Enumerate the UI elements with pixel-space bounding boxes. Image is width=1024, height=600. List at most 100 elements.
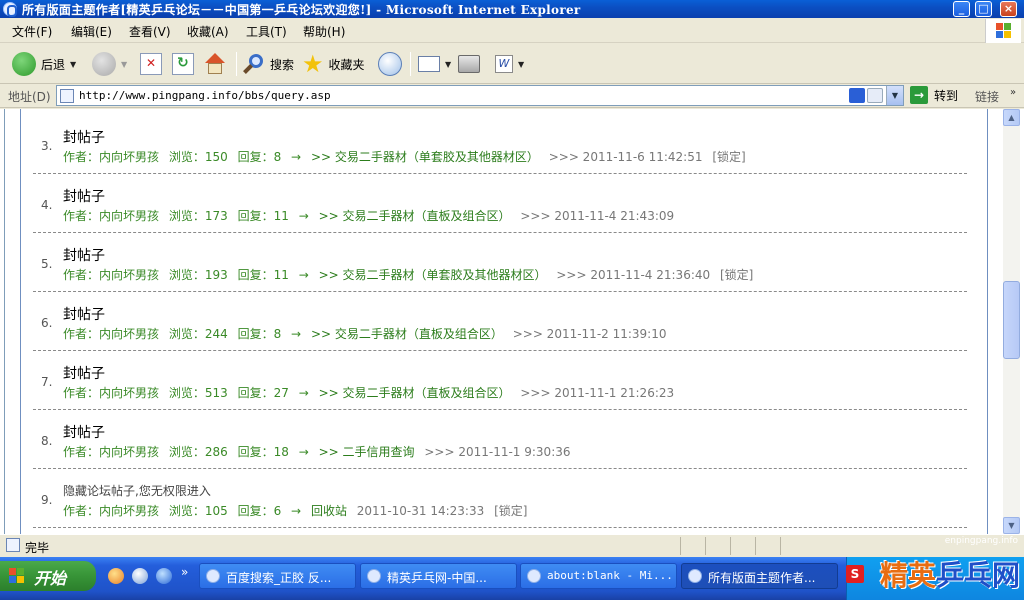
mail-button[interactable]: ▼ bbox=[418, 50, 451, 78]
favorites-button[interactable]: ★ 收藏夹 bbox=[302, 50, 365, 78]
post-author-link[interactable]: 作者：内向坏男孩 bbox=[63, 504, 159, 518]
taskbar-item-jingying[interactable]: 精英乒乓网-中国... bbox=[360, 563, 517, 589]
post-time: >>> 2011-11-1 9:30:36 bbox=[424, 445, 571, 459]
post-board-link[interactable]: 回收站 bbox=[311, 504, 347, 518]
post-title-link[interactable]: 封帖子 bbox=[63, 245, 105, 265]
edit-button[interactable]: W ▼ bbox=[495, 50, 524, 78]
post-views: 浏览：513 bbox=[168, 386, 228, 400]
vertical-scrollbar[interactable]: ▲ ▼ bbox=[1003, 109, 1020, 534]
print-button[interactable] bbox=[458, 50, 480, 78]
address-url[interactable]: http://www.pingpang.info/bbs/query.asp bbox=[79, 89, 331, 102]
post-time: 2011-10-31 14:23:33 bbox=[356, 504, 485, 518]
post-meta: 作者：内向坏男孩 浏览：286 回复：18 → >> 二手信用查询 >>> 20… bbox=[63, 443, 583, 460]
address-input[interactable]: http://www.pingpang.info/bbs/query.asp ▼ bbox=[56, 85, 904, 106]
post-author-link[interactable]: 作者：内向坏男孩 bbox=[63, 268, 159, 282]
links-button[interactable]: 链接 bbox=[975, 88, 999, 105]
post-title-link[interactable]: 封帖子 bbox=[63, 363, 105, 383]
mail-dropdown-icon[interactable]: ▼ bbox=[445, 60, 451, 69]
forward-button[interactable]: ▼ bbox=[92, 50, 127, 78]
post-replies: 回复：27 bbox=[237, 386, 289, 400]
taskbar-item-current[interactable]: 所有版面主题作者... bbox=[681, 563, 838, 589]
go-button[interactable]: → 转到 bbox=[910, 86, 958, 104]
history-button[interactable] bbox=[378, 50, 402, 78]
ie-page-icon bbox=[367, 569, 381, 583]
close-button[interactable]: × bbox=[1000, 1, 1017, 17]
minimize-button[interactable]: _ bbox=[953, 1, 970, 17]
watermark-logo: 精英乒乓网 bbox=[880, 559, 1021, 592]
ie-page-icon bbox=[688, 569, 702, 583]
menu-bar: 文件(F) 编辑(E) 查看(V) 收藏(A) 工具(T) 帮助(H) bbox=[0, 18, 1024, 43]
address-label: 地址(D) bbox=[8, 90, 51, 104]
chevron-right-icon[interactable]: » bbox=[1010, 87, 1016, 98]
stop-button[interactable]: ✕ bbox=[140, 50, 162, 78]
forward-dropdown-icon[interactable]: ▼ bbox=[121, 60, 127, 69]
quicklaunch-app-icon[interactable] bbox=[108, 568, 124, 584]
windows-logo-icon bbox=[985, 19, 1021, 43]
printer-icon bbox=[458, 55, 480, 73]
title-bar: 所有版面主题作者[精英乒乓论坛－－中国第一乒乓论坛欢迎您!] - Microso… bbox=[0, 0, 1024, 18]
post-board-link[interactable]: >> 交易二手器材（单套胶及其他器材区） bbox=[319, 268, 547, 282]
address-dropdown-icon[interactable]: ▼ bbox=[886, 86, 903, 105]
post-lock-status: [锁定] bbox=[712, 150, 746, 164]
ie-toolbar-icon[interactable] bbox=[849, 88, 865, 103]
post-board-link[interactable]: >> 二手信用查询 bbox=[319, 445, 415, 459]
taskbar-item-blank[interactable]: about:blank - Mi... bbox=[520, 563, 677, 589]
edit-dropdown-icon[interactable]: ▼ bbox=[518, 60, 524, 69]
window-title: 所有版面主题作者[精英乒乓论坛－－中国第一乒乓论坛欢迎您!] - Microso… bbox=[22, 3, 581, 17]
task-label: 百度搜索_正胶 反... bbox=[226, 571, 332, 585]
post-author-link[interactable]: 作者：内向坏男孩 bbox=[63, 386, 159, 400]
post-time: >>> 2011-11-4 21:36:40 bbox=[556, 268, 711, 282]
scroll-up-button[interactable]: ▲ bbox=[1003, 109, 1020, 126]
post-board-link[interactable]: >> 交易二手器材（直板及组合区） bbox=[311, 327, 503, 341]
menu-edit[interactable]: 编辑(E) bbox=[71, 23, 112, 40]
home-button[interactable] bbox=[203, 50, 227, 78]
scrollbar-thumb[interactable] bbox=[1003, 281, 1020, 359]
post-author-link[interactable]: 作者：内向坏男孩 bbox=[63, 209, 159, 223]
task-label: 所有版面主题作者... bbox=[708, 571, 816, 585]
arrow-icon: → bbox=[298, 445, 309, 459]
maximize-button[interactable]: □ bbox=[975, 1, 992, 17]
taskbar-item-baidu[interactable]: 百度搜索_正胶 反... bbox=[199, 563, 356, 589]
post-author-link[interactable]: 作者：内向坏男孩 bbox=[63, 327, 159, 341]
refresh-button[interactable]: ↻ bbox=[172, 50, 194, 78]
post-meta: 作者：内向坏男孩 浏览：105 回复：6 → 回收站 2011-10-31 14… bbox=[63, 502, 533, 519]
post-replies: 回复：11 bbox=[237, 268, 289, 282]
post-list: 3. 封帖子 作者：内向坏男孩 浏览：150 回复：8 → >> 交易二手器材（… bbox=[20, 109, 988, 534]
menu-help[interactable]: 帮助(H) bbox=[303, 23, 345, 40]
back-label: 后退 bbox=[41, 57, 66, 72]
post-time: >>> 2011-11-4 21:43:09 bbox=[520, 209, 675, 223]
search-button[interactable]: 搜索 bbox=[243, 50, 294, 78]
post-board-link[interactable]: >> 交易二手器材（单套胶及其他器材区） bbox=[311, 150, 539, 164]
menu-view[interactable]: 查看(V) bbox=[129, 23, 171, 40]
back-button[interactable]: 后退 ▼ bbox=[12, 50, 76, 78]
post-board-link[interactable]: >> 交易二手器材（直板及组合区） bbox=[319, 209, 511, 223]
page-done-icon bbox=[6, 538, 20, 552]
post-replies: 回复：6 bbox=[237, 504, 282, 518]
post-author-link[interactable]: 作者：内向坏男孩 bbox=[63, 445, 159, 459]
start-button[interactable]: 开始 bbox=[0, 561, 96, 591]
quicklaunch-more-icon[interactable]: » bbox=[181, 565, 188, 579]
arrow-icon: → bbox=[291, 150, 302, 164]
post-views: 浏览：193 bbox=[168, 268, 228, 282]
word-icon: W bbox=[495, 55, 513, 73]
help-icon[interactable] bbox=[867, 88, 883, 103]
post-replies: 回复：8 bbox=[237, 327, 282, 341]
post-title-link[interactable]: 隐藏论坛帖子,您无权限进入 bbox=[63, 482, 211, 499]
back-dropdown-icon[interactable]: ▼ bbox=[70, 60, 76, 69]
post-meta: 作者：内向坏男孩 浏览：150 回复：8 → >> 交易二手器材（单套胶及其他器… bbox=[63, 148, 752, 165]
post-title-link[interactable]: 封帖子 bbox=[63, 304, 105, 324]
menu-favorites[interactable]: 收藏(A) bbox=[187, 23, 229, 40]
post-title-link[interactable]: 封帖子 bbox=[63, 186, 105, 206]
post-title-link[interactable]: 封帖子 bbox=[63, 422, 105, 442]
forward-arrow-icon bbox=[92, 52, 116, 76]
post-author-link[interactable]: 作者：内向坏男孩 bbox=[63, 150, 159, 164]
post-board-link[interactable]: >> 交易二手器材（直板及组合区） bbox=[319, 386, 511, 400]
menu-tools[interactable]: 工具(T) bbox=[246, 23, 287, 40]
back-arrow-icon bbox=[12, 52, 36, 76]
quicklaunch-desktop-icon[interactable] bbox=[132, 568, 148, 584]
post-meta: 作者：内向坏男孩 浏览：244 回复：8 → >> 交易二手器材（直板及组合区）… bbox=[63, 325, 679, 342]
quicklaunch-ie-icon[interactable] bbox=[156, 568, 172, 584]
post-title-link[interactable]: 封帖子 bbox=[63, 127, 105, 147]
menu-file[interactable]: 文件(F) bbox=[12, 23, 52, 40]
home-icon bbox=[203, 53, 227, 75]
